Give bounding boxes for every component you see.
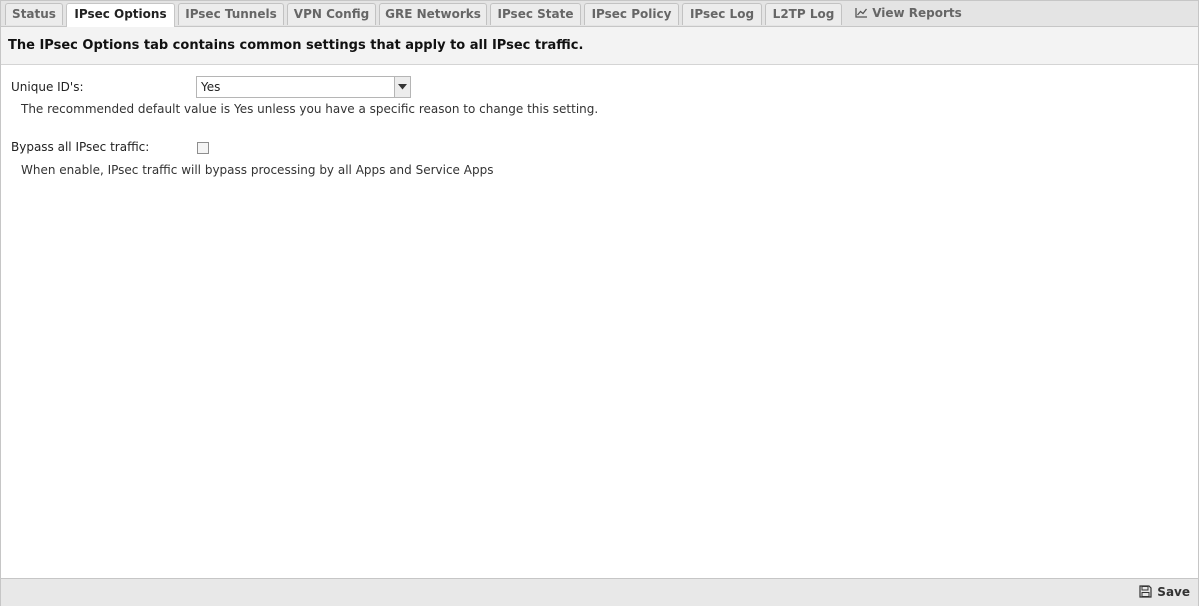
page-description-banner: The IPsec Options tab contains common se… (1, 27, 1198, 65)
tab-ipsec-tunnels[interactable]: IPsec Tunnels (178, 3, 284, 25)
tab-ipsec-log[interactable]: IPsec Log (682, 3, 762, 25)
footer-toolbar: Save (1, 578, 1198, 606)
tab-ipsec-options[interactable]: IPsec Options (66, 3, 175, 27)
tab-bar: Status IPsec Options IPsec Tunnels VPN C… (1, 1, 1198, 27)
chevron-down-icon[interactable] (394, 77, 410, 97)
tab-label: IPsec State (497, 7, 574, 21)
save-button[interactable]: Save (1139, 584, 1190, 600)
bypass-ipsec-help: When enable, IPsec traffic will bypass p… (21, 163, 494, 177)
unique-ids-label: Unique ID's: (11, 80, 84, 94)
line-chart-icon (855, 4, 868, 24)
tab-l2tp-log[interactable]: L2TP Log (765, 3, 842, 25)
unique-ids-value: Yes (201, 80, 221, 94)
save-icon (1139, 585, 1152, 598)
tab-label: IPsec Log (689, 7, 755, 21)
tab-status[interactable]: Status (5, 3, 63, 25)
tab-vpn-config[interactable]: VPN Config (287, 3, 376, 25)
tab-label: IPsec Tunnels (185, 7, 277, 21)
tab-ipsec-policy[interactable]: IPsec Policy (584, 3, 679, 25)
tab-label: IPsec Policy (591, 7, 672, 21)
tab-label: IPsec Options (74, 7, 167, 21)
unique-ids-select[interactable]: Yes (196, 76, 411, 98)
tab-label: VPN Config (293, 7, 370, 21)
tab-label: View Reports (872, 6, 962, 20)
ipsec-settings-panel: Status IPsec Options IPsec Tunnels VPN C… (0, 0, 1199, 606)
bypass-ipsec-label: Bypass all IPsec traffic: (11, 140, 150, 154)
tab-view-reports[interactable]: View Reports (851, 3, 966, 25)
save-label: Save (1157, 585, 1190, 599)
tab-label: GRE Networks (385, 7, 481, 21)
bypass-ipsec-checkbox[interactable] (197, 142, 209, 154)
tab-ipsec-state[interactable]: IPsec State (490, 3, 581, 25)
tab-label: L2TP Log (772, 7, 835, 21)
unique-ids-help: The recommended default value is Yes unl… (21, 102, 599, 116)
tab-gre-networks[interactable]: GRE Networks (379, 3, 487, 25)
tab-label: Status (12, 7, 56, 21)
